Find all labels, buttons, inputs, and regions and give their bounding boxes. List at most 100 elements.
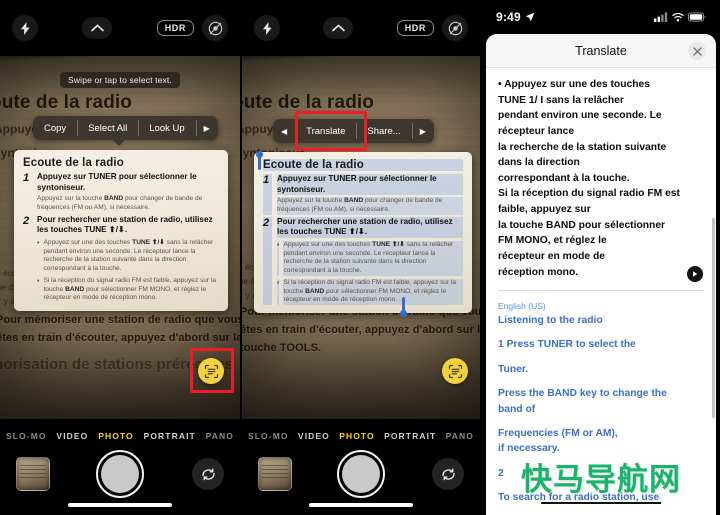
scanned-document-card-selected[interactable]: Ecoute de la radio 1 Appuyez sur TUNER p… bbox=[254, 152, 472, 313]
ios-status-bar: 9:49 bbox=[482, 0, 720, 34]
bullet-dot: • bbox=[277, 278, 280, 305]
selection-knob-end[interactable] bbox=[400, 310, 407, 317]
menu-back-arrow-icon[interactable]: ◀ bbox=[273, 119, 295, 143]
src-line: Si la réception du signal radio FM est bbox=[498, 188, 680, 200]
selection-handle-end[interactable] bbox=[402, 297, 405, 311]
translate-sheet-header: Translate bbox=[486, 34, 716, 68]
live-photo-off-icon[interactable] bbox=[202, 15, 228, 41]
chevron-up-icon[interactable] bbox=[323, 17, 354, 39]
doc-step2-strong: Pour rechercher une station de radio, ut… bbox=[37, 214, 213, 235]
bg-heading: oute de la radio bbox=[242, 92, 375, 113]
shutter-button[interactable] bbox=[337, 450, 385, 498]
src-line: faible, appuyez sur bbox=[498, 204, 591, 216]
panel-translate-sheet: 9:49 Translate • Appuyez sur une des tou… bbox=[480, 0, 720, 515]
src-line: pendant environ une seconde. Le bbox=[498, 110, 662, 122]
hdr-badge[interactable]: HDR bbox=[396, 20, 434, 36]
out-line: Listening to the radio bbox=[498, 314, 603, 326]
src-line: correspondant à la touche. bbox=[498, 172, 630, 184]
wifi-icon bbox=[672, 12, 684, 22]
text-translate-menu[interactable]: ◀ Translate Share... ▶ bbox=[273, 119, 434, 143]
mode-slo-mo[interactable]: SLO-MO bbox=[6, 431, 47, 441]
src-line: la recherche de la station suivante bbox=[498, 141, 667, 153]
flash-icon[interactable] bbox=[12, 15, 38, 41]
look-up-button[interactable]: Look Up bbox=[138, 116, 195, 140]
b2-band: BAND bbox=[305, 287, 325, 295]
selection-handle-start[interactable] bbox=[258, 156, 261, 170]
flash-icon[interactable] bbox=[254, 15, 280, 41]
live-text-scan-icon[interactable] bbox=[442, 358, 468, 384]
select-all-button[interactable]: Select All bbox=[77, 116, 138, 140]
status-time-group: 9:49 bbox=[496, 10, 535, 24]
mode-video[interactable]: VIDEO bbox=[56, 431, 88, 441]
camera-flip-icon[interactable] bbox=[192, 458, 224, 490]
b1-tune: TUNE ⬆/⬇ bbox=[132, 239, 165, 247]
mode-photo[interactable]: PHOTO bbox=[339, 431, 375, 441]
live-text-scan-icon[interactable] bbox=[198, 358, 224, 384]
translate-button[interactable]: Translate bbox=[295, 119, 356, 143]
doc-step-number: 1 bbox=[23, 172, 30, 184]
copy-button[interactable]: Copy bbox=[33, 116, 77, 140]
status-indicators bbox=[654, 12, 706, 22]
selection-knob-start[interactable] bbox=[256, 151, 263, 158]
mode-portrait[interactable]: PORTRAIT bbox=[384, 431, 436, 441]
more-actions-arrow-icon[interactable]: ▶ bbox=[195, 116, 218, 140]
status-clock: 9:49 bbox=[496, 10, 521, 24]
src-line: • Appuyez sur une des touches bbox=[498, 79, 650, 90]
camera-top-bar: HDR bbox=[242, 0, 480, 56]
cellular-signal-icon bbox=[654, 12, 668, 22]
last-photo-thumbnail[interactable] bbox=[16, 457, 50, 491]
mode-photo[interactable]: PHOTO bbox=[98, 431, 134, 441]
target-language-label: English (US) bbox=[498, 300, 546, 311]
mode-pano[interactable]: PANO bbox=[206, 431, 234, 441]
src-line: TUNE 1/ I sans la relâcher bbox=[498, 94, 624, 106]
menu-pointer-tail bbox=[113, 140, 125, 146]
translate-body[interactable]: • Appuyez sur une des touches TUNE 1/ I … bbox=[486, 68, 716, 515]
panel-camera-copy-menu: oute de la radio Appuyez syntoniseur. us… bbox=[0, 0, 240, 515]
share-button[interactable]: Share... bbox=[356, 119, 411, 143]
home-indicator bbox=[309, 503, 413, 507]
b2-band: BAND bbox=[65, 285, 85, 293]
doc-step-1: 1 Appuyez sur TUNER pour sélectionner le… bbox=[23, 172, 219, 213]
doc-step2-strong: Pour rechercher une station de radio, ut… bbox=[277, 216, 463, 239]
doc-step-number: 2 bbox=[263, 216, 272, 305]
camera-bottom-bar: SLO-MO VIDEO PHOTO PORTRAIT PANO bbox=[242, 419, 480, 515]
panel-camera-translate-menu: oute de la radio Appuyez syntoniseur. us… bbox=[240, 0, 480, 515]
home-indicator bbox=[68, 503, 172, 507]
doc-step-2: 2 Pour rechercher une station de radio, … bbox=[23, 215, 219, 303]
mode-video[interactable]: VIDEO bbox=[298, 431, 330, 441]
src-line: FM MONO, et réglez le bbox=[498, 235, 607, 247]
doc-step1-strong: Appuyez sur TUNER pour sélectionner le s… bbox=[277, 174, 463, 196]
doc-bullet2-text: Si la réception du signal radio FM est f… bbox=[43, 277, 219, 303]
last-photo-thumbnail[interactable] bbox=[258, 457, 292, 491]
camera-top-bar: HDR bbox=[0, 0, 240, 56]
camera-mode-selector[interactable]: SLO-MO VIDEO PHOTO PORTRAIT PANO bbox=[242, 427, 480, 445]
camera-flip-icon[interactable] bbox=[432, 458, 464, 490]
close-icon[interactable] bbox=[688, 42, 706, 60]
sheet-title: Translate bbox=[575, 43, 627, 58]
doc-sub-a: Appuyez sur la touche bbox=[37, 195, 105, 203]
b1-a: Appuyez sur une des touches bbox=[283, 241, 373, 249]
chevron-up-icon[interactable] bbox=[82, 17, 113, 39]
bg-heading: oute de la radio bbox=[0, 92, 133, 113]
shutter-button[interactable] bbox=[96, 450, 144, 498]
mode-portrait[interactable]: PORTRAIT bbox=[144, 431, 196, 441]
hdr-badge[interactable]: HDR bbox=[156, 20, 194, 36]
mode-pano[interactable]: PANO bbox=[446, 431, 474, 441]
out-line: Frequencies (FM or AM), if necessary. bbox=[498, 428, 618, 455]
doc-step-number: 1 bbox=[263, 174, 272, 215]
b1-tune: TUNE ⬆/⬇ bbox=[372, 241, 405, 249]
live-photo-off-icon[interactable] bbox=[442, 15, 468, 41]
doc-bullet1-text: Appuyez sur une des touches TUNE ⬆/⬇ san… bbox=[283, 241, 463, 276]
scanned-document-card[interactable]: Ecoute de la radio 1 Appuyez sur TUNER p… bbox=[14, 150, 228, 311]
camera-bottom-bar: SLO-MO VIDEO PHOTO PORTRAIT PANO bbox=[0, 419, 240, 515]
doc-bullet1-text: Appuyez sur une des touches TUNE ⬆/⬇ san… bbox=[43, 239, 219, 274]
src-line: dans la direction bbox=[498, 157, 580, 169]
doc-title: Ecoute de la radio bbox=[263, 159, 463, 171]
camera-mode-selector[interactable]: SLO-MO VIDEO PHOTO PORTRAIT PANO bbox=[0, 427, 240, 445]
more-actions-arrow-icon[interactable]: ▶ bbox=[411, 119, 434, 143]
vertical-scrollbar[interactable] bbox=[712, 218, 715, 418]
mode-slo-mo[interactable]: SLO-MO bbox=[248, 431, 289, 441]
text-edit-menu[interactable]: Copy Select All Look Up ▶ bbox=[33, 116, 218, 140]
screenshot-stage: oute de la radio Appuyez syntoniseur. us… bbox=[0, 0, 720, 515]
source-text-block: • Appuyez sur une des touches TUNE 1/ I … bbox=[486, 68, 716, 290]
